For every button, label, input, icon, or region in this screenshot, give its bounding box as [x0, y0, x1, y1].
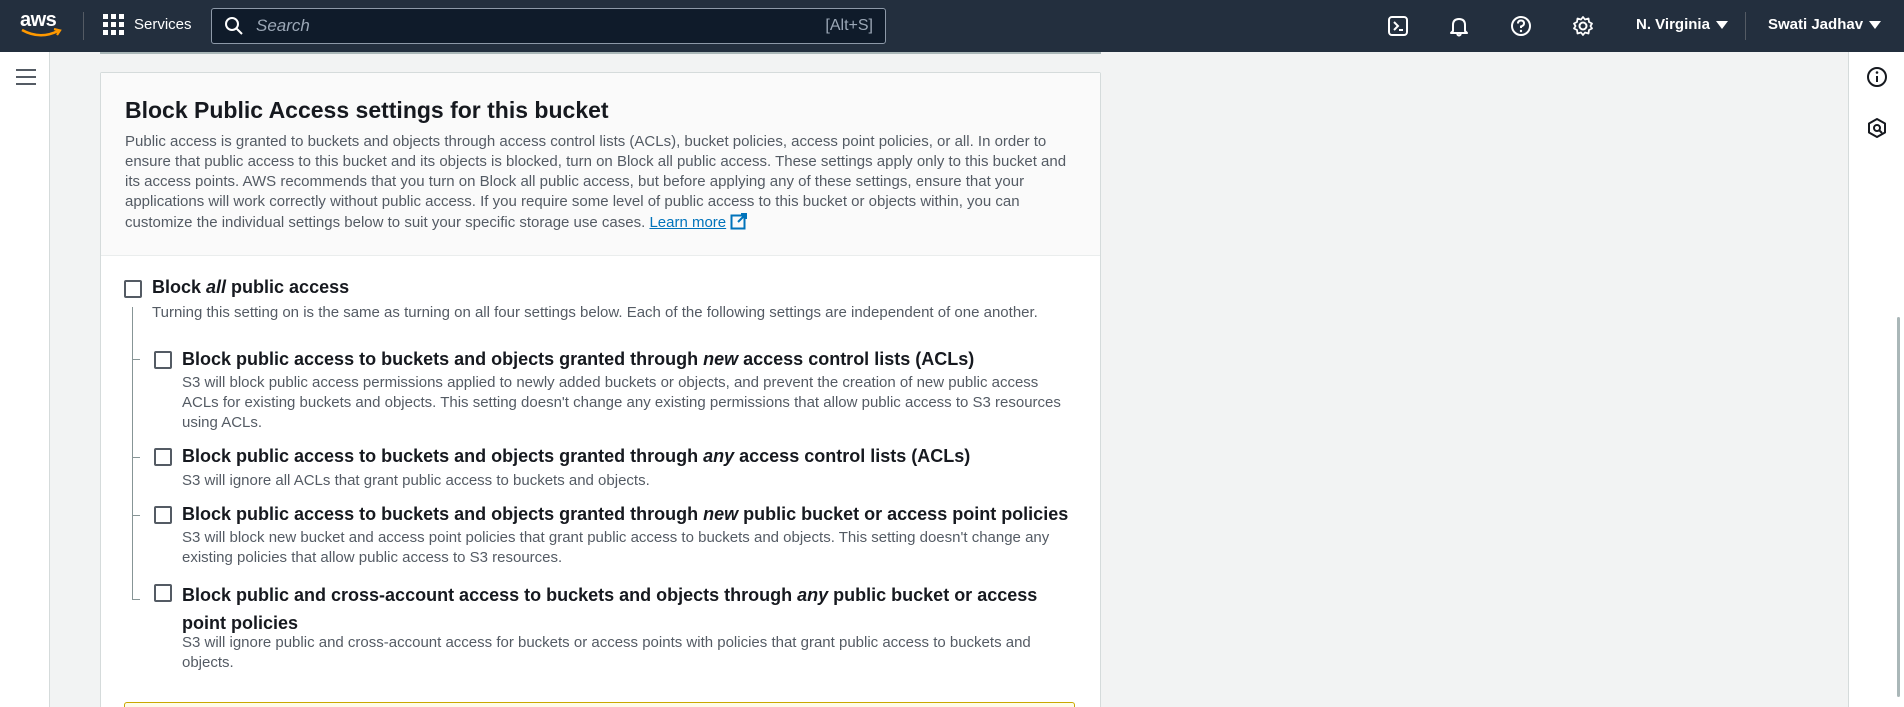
notifications-icon[interactable]	[1447, 14, 1471, 38]
search-icon	[225, 17, 243, 35]
caret-down-icon	[1715, 20, 1728, 29]
block-any-policies-description: S3 will ignore public and cross-account …	[182, 634, 1031, 671]
block-new-acls-description: S3 will block public access permissions …	[182, 374, 1061, 431]
block-any-acls-description: S3 will ignore all ACLs that grant publi…	[182, 472, 650, 489]
warning-alert-box	[124, 702, 1075, 707]
region-selector[interactable]: N. Virginia	[1636, 16, 1728, 33]
block-all-description: Turning this setting on is the same as t…	[152, 304, 1038, 321]
settings-icon[interactable]	[1571, 14, 1595, 38]
panel-title: Block Public Access settings for this bu…	[125, 97, 609, 123]
services-label: Services	[134, 16, 192, 33]
block-new-acls-checkbox[interactable]	[154, 351, 172, 369]
search-shortcut: [Alt+S]	[825, 17, 873, 34]
help-icon[interactable]	[1509, 14, 1533, 38]
learn-more-link[interactable]: Learn more	[649, 214, 726, 231]
caret-down-icon	[1869, 20, 1882, 29]
nav-divider	[83, 12, 84, 40]
tree-connector-branch	[132, 515, 140, 516]
previous-panel-edge	[100, 52, 1101, 54]
services-menu-button[interactable]: Services	[103, 14, 192, 35]
external-link-icon[interactable]	[730, 212, 748, 230]
tree-connector-branch	[132, 457, 140, 458]
cloudshell-icon[interactable]	[1386, 14, 1410, 38]
nav-divider	[1745, 12, 1746, 40]
block-new-policies-description: S3 will block new bucket and access poin…	[182, 529, 1050, 566]
aws-logo[interactable]: aws	[20, 10, 64, 42]
menu-hamburger-icon[interactable]	[16, 69, 36, 90]
panel-description: Public access is granted to buckets and …	[125, 132, 1085, 233]
region-label: N. Virginia	[1636, 16, 1710, 33]
block-new-acls-title: Block public access to buckets and objec…	[182, 349, 975, 369]
block-new-policies-title: Block public access to buckets and objec…	[182, 504, 1069, 524]
panel-header: Block Public Access settings for this bu…	[101, 73, 1100, 256]
page-scrollbar[interactable]	[1897, 317, 1900, 697]
block-all-public-access-checkbox[interactable]	[124, 280, 142, 298]
services-grid-icon	[103, 14, 124, 35]
resources-icon[interactable]	[1865, 116, 1889, 140]
info-icon[interactable]	[1865, 65, 1889, 89]
tree-connector-branch	[132, 599, 140, 600]
panel-description-text: Public access is granted to buckets and …	[125, 133, 1067, 231]
account-menu[interactable]: Swati Jadhav	[1768, 16, 1882, 33]
block-any-acls-title: Block public access to buckets and objec…	[182, 446, 971, 466]
aws-logo-text: aws	[20, 9, 57, 31]
block-all-title: Block all public access	[152, 277, 350, 297]
right-tools-strip	[1848, 52, 1904, 707]
block-any-policies-checkbox[interactable]	[154, 584, 172, 602]
block-new-policies-checkbox[interactable]	[154, 506, 172, 524]
top-navigation-bar: aws Services [Alt+S]	[0, 0, 1904, 52]
left-navigation-strip	[0, 52, 50, 707]
search-box[interactable]: [Alt+S]	[211, 8, 886, 44]
tree-connector-branch	[132, 359, 140, 360]
search-input[interactable]	[256, 16, 826, 36]
block-any-acls-checkbox[interactable]	[154, 448, 172, 466]
block-any-policies-title: Block public and cross-account access to…	[182, 585, 1038, 633]
user-name: Swati Jadhav	[1768, 16, 1864, 33]
tree-connector-line	[132, 307, 133, 600]
